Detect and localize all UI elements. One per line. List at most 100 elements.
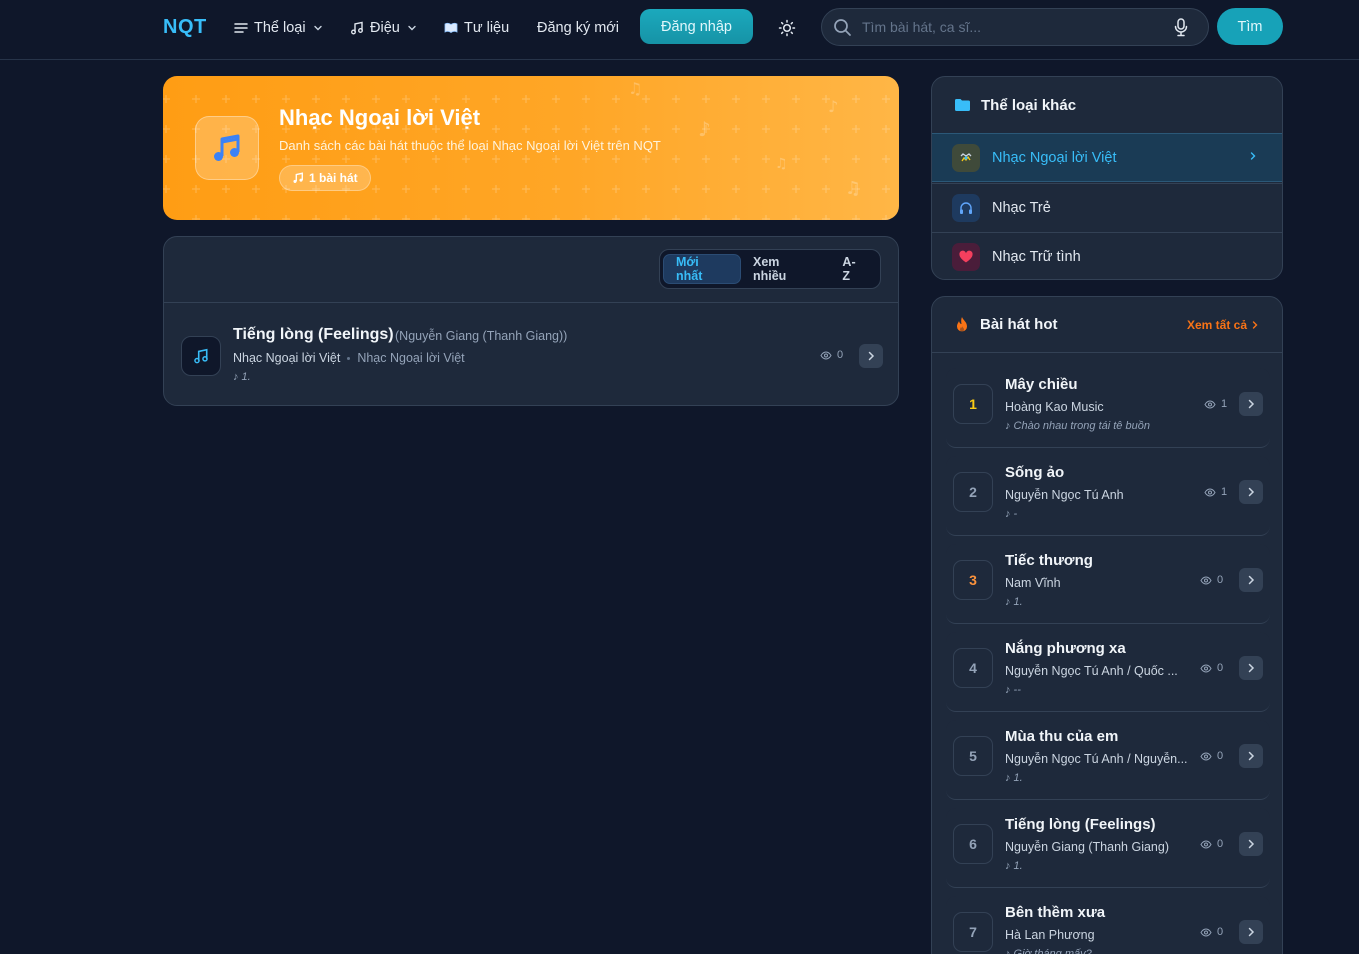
view-count: 1 xyxy=(1204,486,1227,498)
hot-song-item[interactable]: 6 Tiếng lòng (Feelings) Nguyễn Giang (Than… xyxy=(946,808,1270,888)
song-lyric-snippet: ♪ 1. xyxy=(233,371,251,383)
chevron-right-icon xyxy=(1248,663,1255,673)
hot-song-item[interactable]: 7 Bên thềm xưa Hà Lan Phương ♪ Giờ tháng mấ… xyxy=(946,896,1270,954)
view-count: 0 xyxy=(1200,574,1223,586)
eye-icon xyxy=(1204,399,1216,409)
search-input[interactable] xyxy=(862,17,1162,37)
sort-tab-newest[interactable]: Mới nhất xyxy=(663,254,741,284)
song-music-icon xyxy=(181,336,221,376)
chevron-right-icon xyxy=(1248,487,1255,497)
song-category[interactable]: Nhạc Ngoại lời Việt xyxy=(233,351,340,365)
open-song-button[interactable] xyxy=(1239,480,1263,504)
hot-song-title[interactable]: Nắng phương xa xyxy=(1005,640,1126,657)
open-song-button[interactable] xyxy=(859,344,883,368)
hot-song-item[interactable]: 5 Mùa thu của em Nguyễn Ngọc Tú Anh / Nguy… xyxy=(946,720,1270,800)
hot-song-lyric: ♪ 1. xyxy=(1005,596,1023,608)
svg-text:♫: ♫ xyxy=(845,178,861,199)
hot-song-lyric: ♪ -- xyxy=(1005,684,1021,696)
song-list-panel: Mới nhất Xem nhiều A-Z Tiếng lòng (Feeli… xyxy=(163,236,899,406)
other-genres-title: Thể loại khác xyxy=(981,96,1077,114)
sidebar-genre-bolero[interactable]: Nhạc Trữ tình xyxy=(932,232,1282,279)
hot-song-title[interactable]: Tiếc thương xyxy=(1005,552,1093,569)
hot-song-item[interactable]: 4 Nắng phương xa Nguyễn Ngọc Tú Anh / Quốc… xyxy=(946,632,1270,712)
chevron-right-icon xyxy=(1248,927,1255,937)
open-song-button[interactable] xyxy=(1239,568,1263,592)
hot-song-lyric: ♪ Chào nhau trong tái tê buồn xyxy=(1005,420,1150,432)
view-count-value: 0 xyxy=(1217,750,1224,762)
music-note-icon xyxy=(293,172,303,183)
music-note-icon xyxy=(351,21,363,35)
open-song-button[interactable] xyxy=(1239,832,1263,856)
nav-register-link[interactable]: Đăng ký mới xyxy=(537,18,619,38)
eye-icon xyxy=(1200,663,1212,673)
view-count: 0 xyxy=(1200,750,1223,762)
eye-icon xyxy=(1200,751,1212,761)
svg-text:♫: ♫ xyxy=(775,156,788,172)
view-count: 0 xyxy=(1200,662,1223,674)
page-title: Nhạc Ngoại lời Việt xyxy=(279,105,481,130)
nav-tunes-dropdown[interactable]: Điệu xyxy=(350,18,416,38)
sidebar-genre-label: Nhạc Ngoại lời Việt xyxy=(992,149,1117,166)
view-count: 1 xyxy=(1204,398,1227,410)
song-count-badge: 1 bài hát xyxy=(279,165,371,191)
view-count-value: 1 xyxy=(1221,398,1228,410)
hot-song-title[interactable]: Mây chiều xyxy=(1005,376,1078,393)
eye-icon xyxy=(820,350,832,360)
hot-song-lyric: ♪ - xyxy=(1005,508,1018,520)
view-count-value: 0 xyxy=(1217,926,1224,938)
song-list-item[interactable]: Tiếng lòng (Feelings) (Nguyễn Giang (Tha… xyxy=(164,303,898,405)
site-logo[interactable]: NQT xyxy=(163,16,207,39)
chevron-right-icon xyxy=(1248,839,1255,849)
menu-lines-icon xyxy=(234,23,248,33)
sidebar-genre-foreign[interactable]: Nhạc Ngoại lời Việt xyxy=(932,133,1282,182)
chevron-right-icon xyxy=(1250,152,1256,160)
sort-tab-az[interactable]: A-Z xyxy=(827,254,877,284)
svg-text:♪: ♪ xyxy=(828,97,838,116)
sidebar-genre-label: Nhạc Trữ tình xyxy=(992,249,1081,265)
hot-songs-title: Bài hát hot xyxy=(980,316,1058,333)
chevron-right-icon xyxy=(1248,751,1255,761)
theme-toggle-button[interactable] xyxy=(775,16,799,40)
separator-dot xyxy=(347,356,351,360)
see-all-link[interactable]: Xem tất cả xyxy=(1187,318,1258,332)
song-title[interactable]: Tiếng lòng (Feelings) xyxy=(233,326,394,344)
view-count: 0 xyxy=(1200,838,1223,850)
hot-song-artist: Nam Vĩnh xyxy=(1005,576,1061,590)
nav-genres-dropdown[interactable]: Thể loại xyxy=(234,18,322,38)
chevron-right-icon xyxy=(868,351,875,361)
song-count-label: 1 bài hát xyxy=(309,171,358,185)
hot-song-title[interactable]: Sống ảo xyxy=(1005,464,1064,481)
sidebar-genre-young[interactable]: Nhạc Trẻ xyxy=(932,183,1282,232)
nav-register-label: Đăng ký mới xyxy=(537,20,620,36)
search-icon xyxy=(834,19,851,36)
view-count-value: 0 xyxy=(837,349,844,361)
sort-tabs: Mới nhất Xem nhiều A-Z xyxy=(659,249,881,289)
hot-song-item[interactable]: 2 Sống ảo Nguyễn Ngọc Tú Anh ♪ - 1 xyxy=(946,456,1270,536)
hot-song-item[interactable]: 1 Mây chiều Hoàng Kao Music ♪ Chào nhau tro… xyxy=(946,368,1270,448)
hot-song-title[interactable]: Bên thềm xưa xyxy=(1005,904,1105,921)
hot-songs-panel: Bài hát hot Xem tất cả 1 Mây chiều Hoàng K… xyxy=(931,296,1283,954)
open-song-button[interactable] xyxy=(1239,392,1263,416)
hot-song-artist: Nguyễn Ngọc Tú Anh / Quốc ... xyxy=(1005,664,1178,678)
login-button[interactable]: Đăng nhập xyxy=(640,9,753,44)
open-song-button[interactable] xyxy=(1239,744,1263,768)
song-artist: (Nguyễn Giang (Thanh Giang)) xyxy=(395,329,568,343)
eye-icon xyxy=(1204,487,1216,497)
hot-song-item[interactable]: 3 Tiếc thương Nam Vĩnh ♪ 1. 0 xyxy=(946,544,1270,624)
hot-song-artist: Hà Lan Phương xyxy=(1005,928,1095,942)
hot-song-rank: 2 xyxy=(953,472,993,512)
song-category[interactable]: Nhạc Ngoại lời Việt xyxy=(357,351,464,365)
chevron-right-icon xyxy=(1248,575,1255,585)
open-song-button[interactable] xyxy=(1239,920,1263,944)
page-subtitle: Danh sách các bài hát thuộc thể loại Nhạ… xyxy=(279,138,661,153)
sort-tab-most-viewed[interactable]: Xem nhiều xyxy=(741,254,827,284)
eye-icon xyxy=(1200,927,1212,937)
search-submit-button[interactable]: Tìm xyxy=(1217,8,1283,45)
nav-docs-link[interactable]: Tư liệu xyxy=(444,18,509,38)
hot-song-title[interactable]: Mùa thu của em xyxy=(1005,728,1118,745)
open-song-button[interactable] xyxy=(1239,656,1263,680)
svg-text:♪: ♪ xyxy=(698,117,711,141)
hot-song-lyric: ♪ 1. xyxy=(1005,860,1023,872)
microphone-icon[interactable] xyxy=(1173,18,1189,37)
hot-song-title[interactable]: Tiếng lòng (Feelings) xyxy=(1005,816,1156,833)
